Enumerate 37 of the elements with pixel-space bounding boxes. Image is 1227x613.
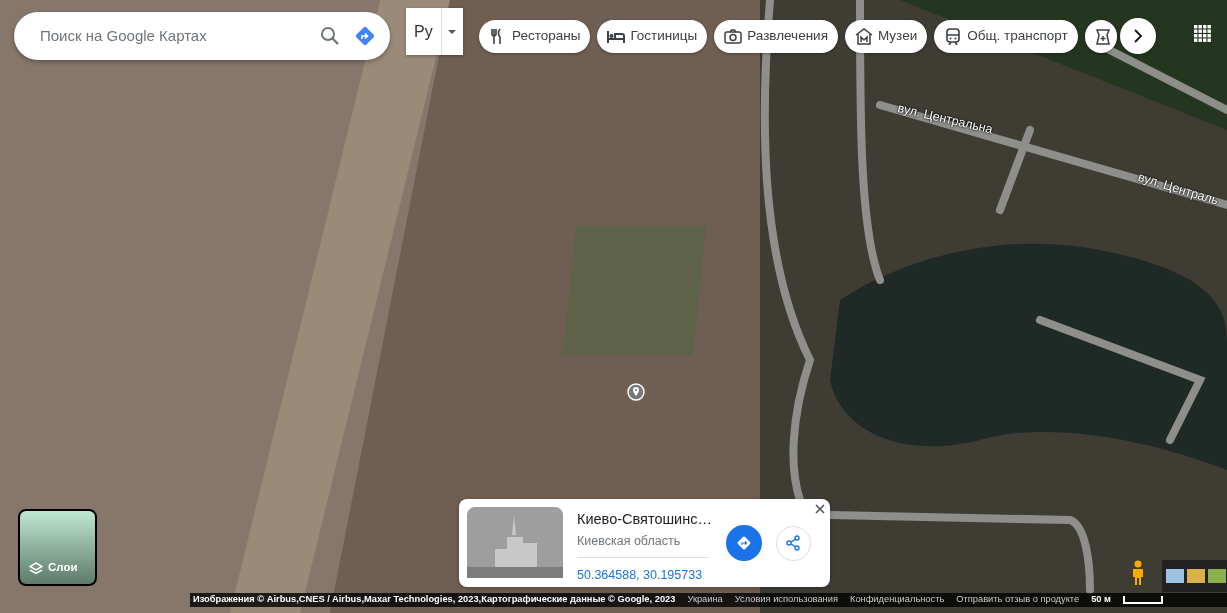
footer-link[interactable]: Конфиденциальность [850,593,945,607]
layers-icon [29,562,43,576]
coordinates-link[interactable]: 50.364588, 30.195733 [577,565,712,585]
chevron-icon [1133,29,1143,43]
directions-button[interactable] [725,525,762,561]
museum-icon [854,28,873,45]
pegman-icon [1131,560,1145,586]
scale-bar-icon [1123,596,1163,604]
bed-icon [607,28,626,45]
place-title: Киево-Святошинс… [577,510,712,529]
sky-thumbnail[interactable] [1166,569,1184,583]
scale-label: 50 м [1091,593,1111,607]
category-chip[interactable]: Развлечения [714,20,838,53]
close-button[interactable] [814,503,826,515]
camera-icon [724,28,743,45]
search-icon [320,26,340,46]
category-chip[interactable]: Рестораны [479,20,591,53]
category-chip[interactable]: Общ. транспорт [934,20,1078,53]
share-button[interactable] [775,525,811,561]
footer-link[interactable]: Отправить отзыв о продукте [956,593,1080,607]
close-icon [814,503,826,515]
bus-icon [944,28,963,45]
labels-button[interactable]: Ру [406,8,441,55]
footer-link[interactable]: Условия использования [734,593,838,607]
search-field[interactable]: Поиск на Google Картах [14,12,390,60]
category-chip[interactable]: Гостиницы [597,20,708,53]
pharmacy-icon [1094,28,1113,45]
category-chip[interactable]: Музеи [844,20,928,53]
place-subtitle: Киевская область [577,531,708,558]
field-thumbnail[interactable] [1187,569,1205,583]
grass-thumbnail[interactable] [1208,569,1226,583]
location-pin-icon [627,382,645,401]
caret-icon [448,29,457,34]
search-input[interactable]: Поиск на Google Картах [38,23,306,49]
footer-link[interactable]: Украина [687,593,723,607]
imagery-attribution: Изображения © Airbus,CNES / Airbus,Maxar Technologies, 2023,Картографические данные © Google, 2023 [193,593,676,607]
share-icon [785,535,802,551]
